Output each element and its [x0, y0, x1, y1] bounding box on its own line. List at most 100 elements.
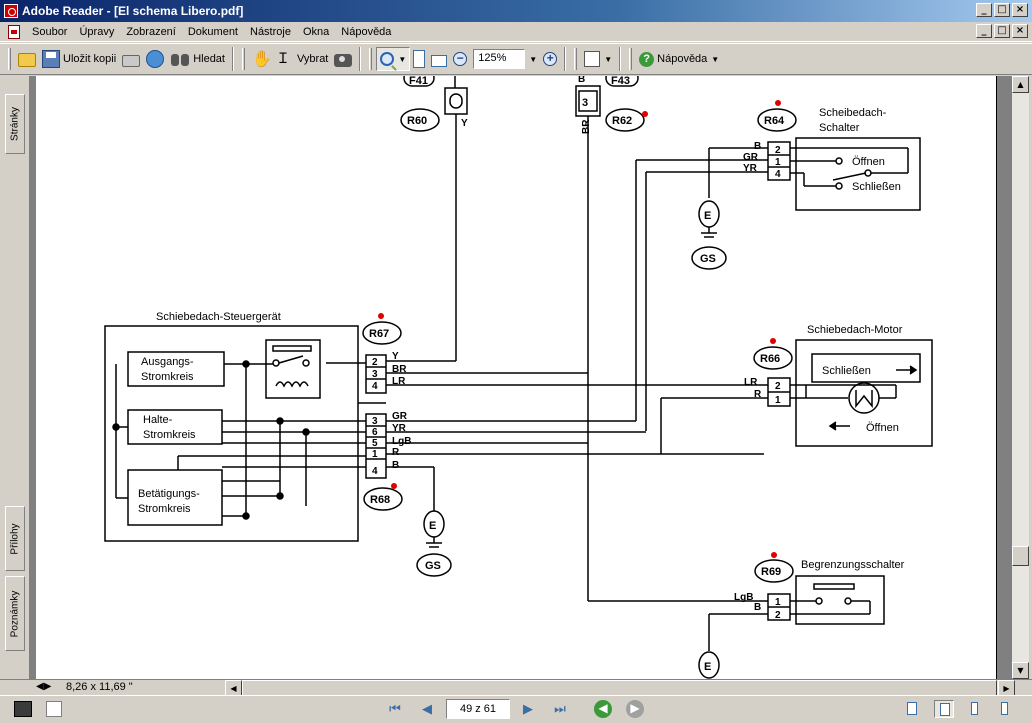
toolbar-separator	[564, 47, 567, 71]
scroll-down-button[interactable]: ▼	[1012, 662, 1029, 679]
last-page-button[interactable]: ⏭	[551, 701, 569, 719]
tab-comments-label: Poznámky	[9, 590, 21, 637]
save-copy-button[interactable]: Uložit kopii	[39, 47, 119, 71]
page-layout-button[interactable]: ▼	[581, 47, 615, 71]
pin-label: 1	[775, 157, 781, 168]
zoom-out-button[interactable]: −	[450, 47, 470, 71]
hand-tool-button[interactable]: ✋	[249, 47, 273, 71]
pin-label: 2	[372, 357, 378, 368]
document-view[interactable]: F41 F43 R60 Y 3 B BR R62 R64 Scheibedach…	[30, 76, 1012, 679]
plus-icon: +	[543, 52, 558, 66]
connector-r62: R62	[605, 108, 648, 132]
wire-label: Y	[461, 118, 468, 129]
pin-label: 1	[775, 395, 781, 406]
menu-tools[interactable]: Nástroje	[244, 26, 297, 38]
pin-label: 5	[372, 438, 378, 449]
connector-r67-label: R67	[369, 328, 389, 340]
continuous-button[interactable]	[934, 700, 954, 718]
zoom-select[interactable]: 125% ▼	[470, 47, 540, 71]
fuse-f41: F41	[403, 76, 435, 87]
motor-title: Schiebedach-Motor	[807, 324, 903, 336]
ground-code: GS	[425, 560, 441, 572]
snapshot-button[interactable]	[331, 47, 355, 71]
horizontal-scrollbar[interactable]: ◀ ▶	[225, 680, 1015, 696]
menu-view[interactable]: Zobrazení	[120, 26, 182, 38]
connector-r64: R64	[757, 100, 797, 132]
scroll-up-button[interactable]: ▲	[1012, 76, 1029, 93]
menu-file[interactable]: Soubor	[26, 26, 73, 38]
marker-dot	[391, 483, 397, 489]
page-number-input[interactable]: 49 z 61	[446, 699, 510, 719]
help-button[interactable]: ? Nápověda ▼	[636, 47, 722, 71]
connector-r60: R60	[400, 108, 440, 132]
email-icon	[146, 50, 165, 68]
marker-dot	[642, 111, 648, 117]
tab-attachments[interactable]: Přílohy	[5, 506, 25, 571]
pin-label: 3	[372, 369, 378, 380]
toolbar-grip[interactable]	[241, 48, 245, 70]
zoom-tool-button[interactable]: ▼	[376, 47, 411, 71]
go-forward-button[interactable]: ▶	[626, 700, 644, 718]
toolbar-grip[interactable]	[629, 48, 633, 70]
horizontal-scroll-thumb[interactable]	[242, 680, 997, 696]
document-status-icon[interactable]	[46, 701, 62, 717]
go-back-button[interactable]: ◀	[594, 700, 612, 718]
panel-toggle-icon[interactable]	[14, 701, 32, 717]
hold-circuit-line1: Halte-	[143, 414, 173, 426]
hold-circuit-line2: Stromkreis	[143, 429, 196, 441]
chevron-down-icon: ▼	[398, 54, 407, 64]
pin-label: 6	[372, 427, 378, 438]
minimize-button[interactable]: _	[976, 3, 992, 17]
zoom-in-button[interactable]: +	[540, 47, 560, 71]
select-tool-button[interactable]: Ｉ Vybrat	[273, 47, 331, 71]
continuous-icon	[940, 703, 950, 716]
title-bar: Adobe Reader - [El schema Libero.pdf] _ …	[0, 0, 1032, 22]
fit-page-button[interactable]	[410, 47, 428, 71]
vertical-scrollbar[interactable]: ▲ ▼	[1012, 76, 1029, 679]
previous-page-button[interactable]: ◀	[418, 701, 436, 719]
split-handle-icon[interactable]: ◀▶	[36, 681, 51, 692]
email-button[interactable]	[143, 47, 167, 71]
tab-comments[interactable]: Poznámky	[5, 576, 25, 651]
first-page-button[interactable]: ⏮	[386, 701, 404, 719]
document-icon[interactable]	[8, 24, 20, 39]
close-button[interactable]: ×	[1012, 3, 1028, 17]
connector-r67: R67	[362, 313, 402, 345]
doc-restore-button[interactable]: □	[994, 24, 1010, 38]
toolbar-grip[interactable]	[369, 48, 373, 70]
camera-icon	[334, 54, 353, 67]
menu-help[interactable]: Nápověda	[335, 26, 397, 38]
menu-edit[interactable]: Úpravy	[73, 26, 120, 38]
vertical-scroll-thumb[interactable]	[1012, 546, 1029, 566]
restore-button[interactable]: □	[994, 3, 1010, 17]
save-icon	[42, 50, 60, 68]
scroll-right-button[interactable]: ▶	[998, 680, 1015, 696]
single-page-button[interactable]	[902, 700, 922, 718]
print-button[interactable]	[119, 47, 143, 71]
open-button[interactable]	[15, 47, 39, 71]
doc-minimize-button[interactable]: _	[976, 24, 992, 38]
search-button[interactable]: Hledat	[167, 47, 228, 71]
select-label: Vybrat	[296, 53, 329, 65]
toolbar-grip[interactable]	[8, 48, 11, 70]
menu-window[interactable]: Okna	[297, 26, 335, 38]
wire-label: B	[754, 141, 761, 152]
zoom-input[interactable]: 125%	[473, 49, 526, 69]
actuation-circuit-line1: Betätigungs-	[138, 488, 200, 500]
next-page-button[interactable]: ▶	[519, 701, 537, 719]
toolbar-grip[interactable]	[574, 48, 578, 70]
scroll-left-button[interactable]: ◀	[225, 680, 242, 696]
facing-button[interactable]	[966, 700, 986, 718]
switch-title-line1: Scheibedach-	[819, 107, 887, 119]
ground-symbol: E GS	[691, 200, 727, 270]
magnifier-icon	[380, 52, 395, 66]
tab-pages[interactable]: Stránky	[5, 94, 25, 154]
continuous-facing-button[interactable]	[996, 700, 1016, 718]
connector-r68-label: R68	[370, 494, 390, 506]
menu-document[interactable]: Dokument	[182, 26, 244, 38]
adobe-reader-icon	[4, 4, 18, 18]
ground-code: GS	[700, 253, 716, 265]
fit-width-button[interactable]	[428, 47, 450, 71]
pdf-page: F41 F43 R60 Y 3 B BR R62 R64 Scheibedach…	[36, 76, 996, 679]
doc-close-button[interactable]: ×	[1012, 24, 1028, 38]
